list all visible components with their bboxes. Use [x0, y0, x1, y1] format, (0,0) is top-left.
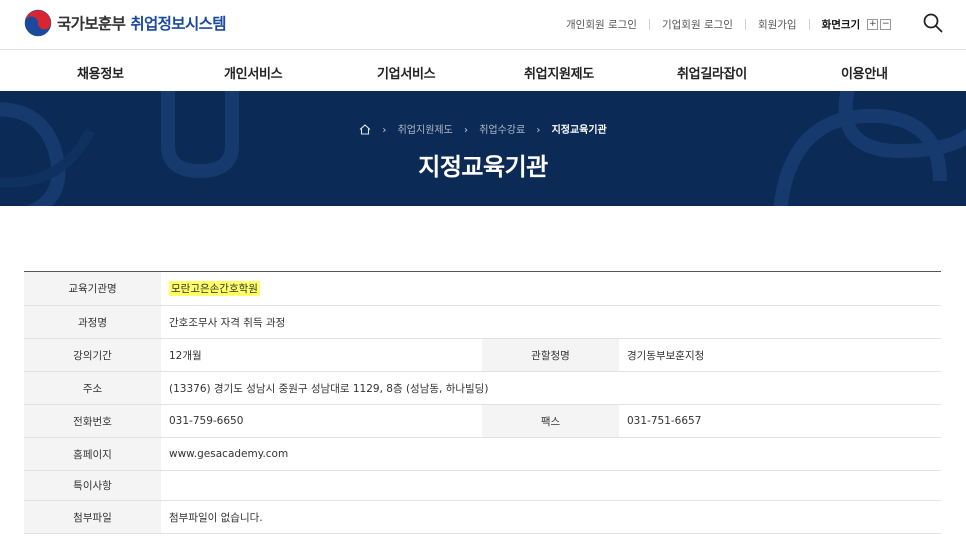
divider	[648, 19, 650, 30]
divider	[744, 19, 746, 30]
chevron-right-icon: ›	[382, 125, 387, 136]
row-value: 모란고은손간호학원	[161, 272, 260, 305]
home-icon[interactable]	[359, 124, 371, 135]
logo-org-name: 국가보훈부	[57, 15, 126, 33]
breadcrumb-current: 지정교육기관	[551, 125, 607, 136]
company-login-link[interactable]: 기업회원 로그인	[662, 17, 733, 32]
row-value: 첨부파일이 없습니다.	[169, 511, 263, 524]
homepage-link[interactable]: www.gesacademy.com	[161, 438, 288, 470]
row-label: 과정명	[24, 306, 161, 338]
row-label: 전화번호	[24, 405, 161, 437]
row-value: 간호조무사 자격 취득 과정	[169, 316, 286, 329]
row-label: 홈페이지	[24, 438, 161, 470]
utility-menu: 개인회원 로그인 기업회원 로그인 회원가입 화면크기 + −	[566, 17, 892, 32]
nav-employment-support[interactable]: 취업지원제도	[524, 63, 594, 82]
row-label: 특이사항	[24, 471, 161, 500]
nav-usage-guide[interactable]: 이용안내	[841, 63, 888, 82]
personal-login-link[interactable]: 개인회원 로그인	[566, 17, 637, 32]
breadcrumb-item[interactable]: 취업수강료	[479, 125, 525, 136]
institution-info-table: 교육기관명 모란고은손간호학원 과정명 간호조무사 자격 취득 과정 강의기간 …	[24, 271, 941, 534]
table-row: 첨부파일 첨부파일이 없습니다.	[24, 501, 941, 534]
font-size-label: 화면크기	[821, 19, 861, 31]
signup-link[interactable]: 회원가입	[758, 17, 797, 32]
row-label: 첨부파일	[24, 501, 161, 533]
page-title: 지정교육기관	[418, 153, 548, 181]
table-row: 주소 (13376) 경기도 성남시 중원구 성남대로 1129, 8층 (성남…	[24, 372, 941, 405]
divider	[808, 19, 810, 30]
row-label: 주소	[24, 372, 161, 404]
site-logo[interactable]: 국가보훈부 취업정보시스템	[24, 9, 227, 37]
nav-personal-service[interactable]: 개인서비스	[224, 63, 283, 82]
row-label: 관할청명	[482, 339, 619, 371]
search-icon[interactable]	[922, 12, 944, 34]
row-label: 팩스	[482, 405, 619, 437]
table-row: 강의기간 12개월 관할청명 경기동부보훈지청	[24, 339, 941, 372]
nav-job-info[interactable]: 채용정보	[77, 63, 124, 82]
institution-name: 모란고은손간호학원	[169, 281, 260, 296]
breadcrumb-item[interactable]: 취업지원제도	[398, 125, 453, 136]
table-row: 특이사항	[24, 471, 941, 501]
table-row: 전화번호 031-759-6650 팩스 031-751-6657	[24, 405, 941, 438]
row-value: 경기동부보훈지청	[627, 349, 705, 362]
logo-system-name: 취업정보시스템	[130, 15, 226, 33]
font-increase-button[interactable]: +	[867, 19, 879, 30]
row-label: 강의기간	[24, 339, 161, 371]
table-row: 교육기관명 모란고은손간호학원	[24, 272, 941, 306]
row-label: 교육기관명	[24, 272, 161, 305]
chevron-right-icon: ›	[536, 125, 541, 136]
main-nav: 채용정보 개인서비스 기업서비스 취업지원제도 취업길라잡이 이용안내	[0, 51, 966, 91]
breadcrumb: › 취업지원제도 › 취업수강료 › 지정교육기관	[0, 121, 966, 136]
taegeuk-logo-icon	[24, 9, 52, 37]
page-banner: › 취업지원제도 › 취업수강료 › 지정교육기관 지정교육기관	[0, 91, 966, 206]
font-decrease-button[interactable]: −	[880, 19, 892, 30]
top-header: 국가보훈부 취업정보시스템 개인회원 로그인 기업회원 로그인 회원가입 화면크기…	[0, 0, 966, 50]
nav-career-guide[interactable]: 취업길라잡이	[677, 63, 747, 82]
row-value: 031-751-6657	[627, 415, 702, 427]
table-row: 과정명 간호조무사 자격 취득 과정	[24, 306, 941, 339]
row-value: 12개월	[169, 349, 202, 362]
nav-company-service[interactable]: 기업서비스	[377, 63, 436, 82]
chevron-right-icon: ›	[464, 125, 468, 136]
table-row: 홈페이지 www.gesacademy.com	[24, 438, 941, 471]
row-value: (13376) 경기도 성남시 중원구 성남대로 1129, 8층 (성남동, …	[169, 382, 489, 395]
row-value	[161, 471, 169, 500]
row-value: 031-759-6650	[169, 415, 244, 427]
